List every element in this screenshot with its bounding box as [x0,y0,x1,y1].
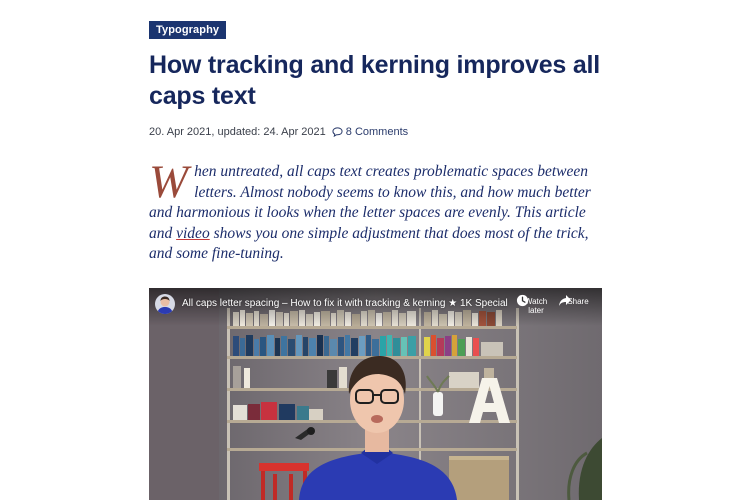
article-meta: 20. Apr 2021, updated: 24. Apr 2021 8 Co… [149,126,408,138]
article-title: How tracking and kerning improves all ca… [149,51,601,110]
video-thumbnail [149,288,602,500]
comment-icon [332,127,343,137]
video-link[interactable]: video [176,225,210,242]
category-tag[interactable]: Typography [149,21,227,39]
channel-avatar-image [155,294,175,314]
comments-count: 8 Comments [345,126,409,138]
video-title[interactable]: All caps letter spacing – How to fix it … [182,298,508,309]
lead-text-end: shows you one simple adjustment that doe… [149,224,589,263]
video-embed[interactable]: All caps letter spacing – How to fix it … [149,288,602,500]
share-button[interactable]: Share [558,294,598,306]
publish-date: 20. Apr 2021, updated: 24. Apr 2021 [149,126,326,138]
drop-cap: W [149,156,189,208]
watch-later-button[interactable]: Watch later [516,294,556,315]
comments-link[interactable]: 8 Comments [332,126,408,138]
channel-avatar[interactable] [155,294,175,314]
share-icon [559,295,571,306]
lead-paragraph: When untreated, all caps text creates pr… [149,156,604,265]
clock-icon [516,294,529,307]
